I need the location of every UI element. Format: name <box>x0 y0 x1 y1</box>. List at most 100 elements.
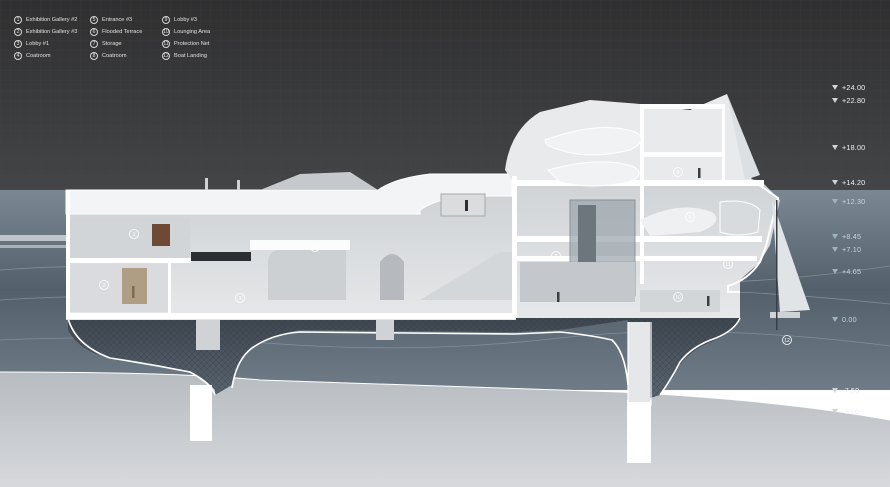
lounge-pod <box>719 200 761 236</box>
legend-label: Lounging Area <box>174 28 211 35</box>
level-marker: +7.10 <box>832 244 861 254</box>
legend-label: Flooded Terrace <box>102 28 143 35</box>
floor-slab <box>512 236 762 242</box>
legend-item: 6 Flooded Terrace <box>90 26 142 37</box>
pile-column <box>628 322 650 402</box>
level-label: -9.60 <box>842 406 860 416</box>
level-marker: -9.60 <box>832 406 859 416</box>
arched-opening <box>380 254 404 300</box>
tower-wall <box>640 104 644 284</box>
level-marker: -7.50 <box>832 385 859 395</box>
level-label: +14.20 <box>842 177 866 187</box>
room-label-4-text: 4 <box>313 245 316 251</box>
level-triangle-icon <box>832 144 838 150</box>
pile-column <box>376 320 394 340</box>
level-label: +8.45 <box>842 231 862 241</box>
level-marker: +8.45 <box>832 231 861 241</box>
legend-label: Storage <box>102 40 122 47</box>
floor-slab <box>640 152 724 157</box>
foundation-pile <box>627 400 651 463</box>
legend-number: 11 <box>162 39 170 48</box>
pile-column <box>196 320 220 350</box>
legend-item: 10 Lounging Area <box>162 26 210 37</box>
level-label: +4.65 <box>842 266 862 276</box>
flooded-terrace <box>520 262 635 302</box>
tower-wall <box>512 176 517 318</box>
level-label: +18.00 <box>842 142 866 152</box>
level-markers: +24.00 +22.80 +18.00 +14.20 +12.30 +8.45… <box>830 0 890 487</box>
legend-number: 7 <box>90 39 98 48</box>
level-label: +12.30 <box>842 196 866 206</box>
level-marker: 0.00 <box>832 314 857 324</box>
level-marker: +18.00 <box>832 142 865 152</box>
artwork-object <box>152 224 170 246</box>
legend-number: 2 <box>14 27 22 36</box>
legend-label: Coatroom <box>102 52 127 59</box>
room-label-8-text: 8 <box>676 170 679 176</box>
legend-item: 1 Exhibition Gallery #2 <box>14 14 77 25</box>
level-label: +7.10 <box>842 244 862 254</box>
gallery-room <box>70 218 190 258</box>
level-triangle-icon <box>832 179 838 185</box>
rooftop-post <box>237 180 240 190</box>
gallery-room <box>70 264 170 312</box>
person-figure <box>698 168 701 178</box>
level-triangle-icon <box>832 198 838 204</box>
window <box>440 193 486 217</box>
legend-item: 7 Storage <box>90 38 122 49</box>
boat-hull <box>770 312 800 318</box>
person-figure <box>132 286 135 298</box>
legend-number: 6 <box>90 27 98 36</box>
level-triangle-icon <box>832 387 838 393</box>
level-triangle-icon <box>832 97 838 103</box>
foundation-pile <box>190 385 212 441</box>
level-triangle-icon <box>832 233 838 239</box>
level-triangle-icon <box>832 246 838 252</box>
level-triangle-icon <box>832 316 838 322</box>
room-label-6-text: 6 <box>554 254 557 260</box>
legend-label: Exhibition Gallery #2 <box>26 16 78 23</box>
level-label: +24.00 <box>842 82 866 92</box>
legend-number: 1 <box>14 15 22 24</box>
legend-number: 4 <box>14 51 22 60</box>
legend-label: Protection Net <box>174 40 210 47</box>
level-label: +22.80 <box>842 95 866 105</box>
legend-label: Lobby #1 <box>26 40 50 47</box>
legend-item: 9 Lobby #3 <box>162 14 197 25</box>
legend-item: 11 Protection Net <box>162 38 209 49</box>
room-label-9-text: 9 <box>688 215 691 221</box>
legend-number: 8 <box>90 51 98 60</box>
legend-number: 9 <box>162 15 170 24</box>
legend-label: Boat Landing <box>174 52 207 59</box>
floor-slab <box>66 258 191 263</box>
level-label: -7.50 <box>842 385 860 395</box>
west-wall <box>66 190 70 318</box>
boat-mast <box>776 200 778 330</box>
legend-item: 12 Boat Landing <box>162 50 207 61</box>
legend-label: Exhibition Gallery #3 <box>26 28 78 35</box>
lobby-curved-wall <box>268 250 346 300</box>
legend-number: 10 <box>162 27 170 36</box>
legend-number: 3 <box>14 39 22 48</box>
legend-item: 8 Coatroom <box>90 50 127 61</box>
legend-item: 4 Coatroom <box>14 50 51 61</box>
floor-slab <box>640 104 724 109</box>
legend-item: 3 Lobby #1 <box>14 38 49 49</box>
legend-number: 12 <box>162 51 170 60</box>
person-figure <box>557 292 560 302</box>
floor-slab <box>191 252 251 261</box>
room-label-11-text: 11 <box>725 262 730 268</box>
level-marker: +24.00 <box>832 82 865 92</box>
legend-number: 5 <box>90 15 98 24</box>
legend-label: Coatroom <box>26 52 51 59</box>
room-label-12-text: 12 <box>784 338 790 344</box>
floor-slab <box>250 240 350 250</box>
room-label-1-text: 1 <box>132 232 135 238</box>
legend-item: 2 Exhibition Gallery #3 <box>14 26 77 37</box>
room-label-2-text: 2 <box>102 283 105 289</box>
floor-slab <box>512 180 764 186</box>
level-marker: +12.30 <box>832 196 865 206</box>
legend-label: Entrance #3 <box>102 16 133 23</box>
level-marker: +4.65 <box>832 266 861 276</box>
level-triangle-icon <box>832 84 838 90</box>
